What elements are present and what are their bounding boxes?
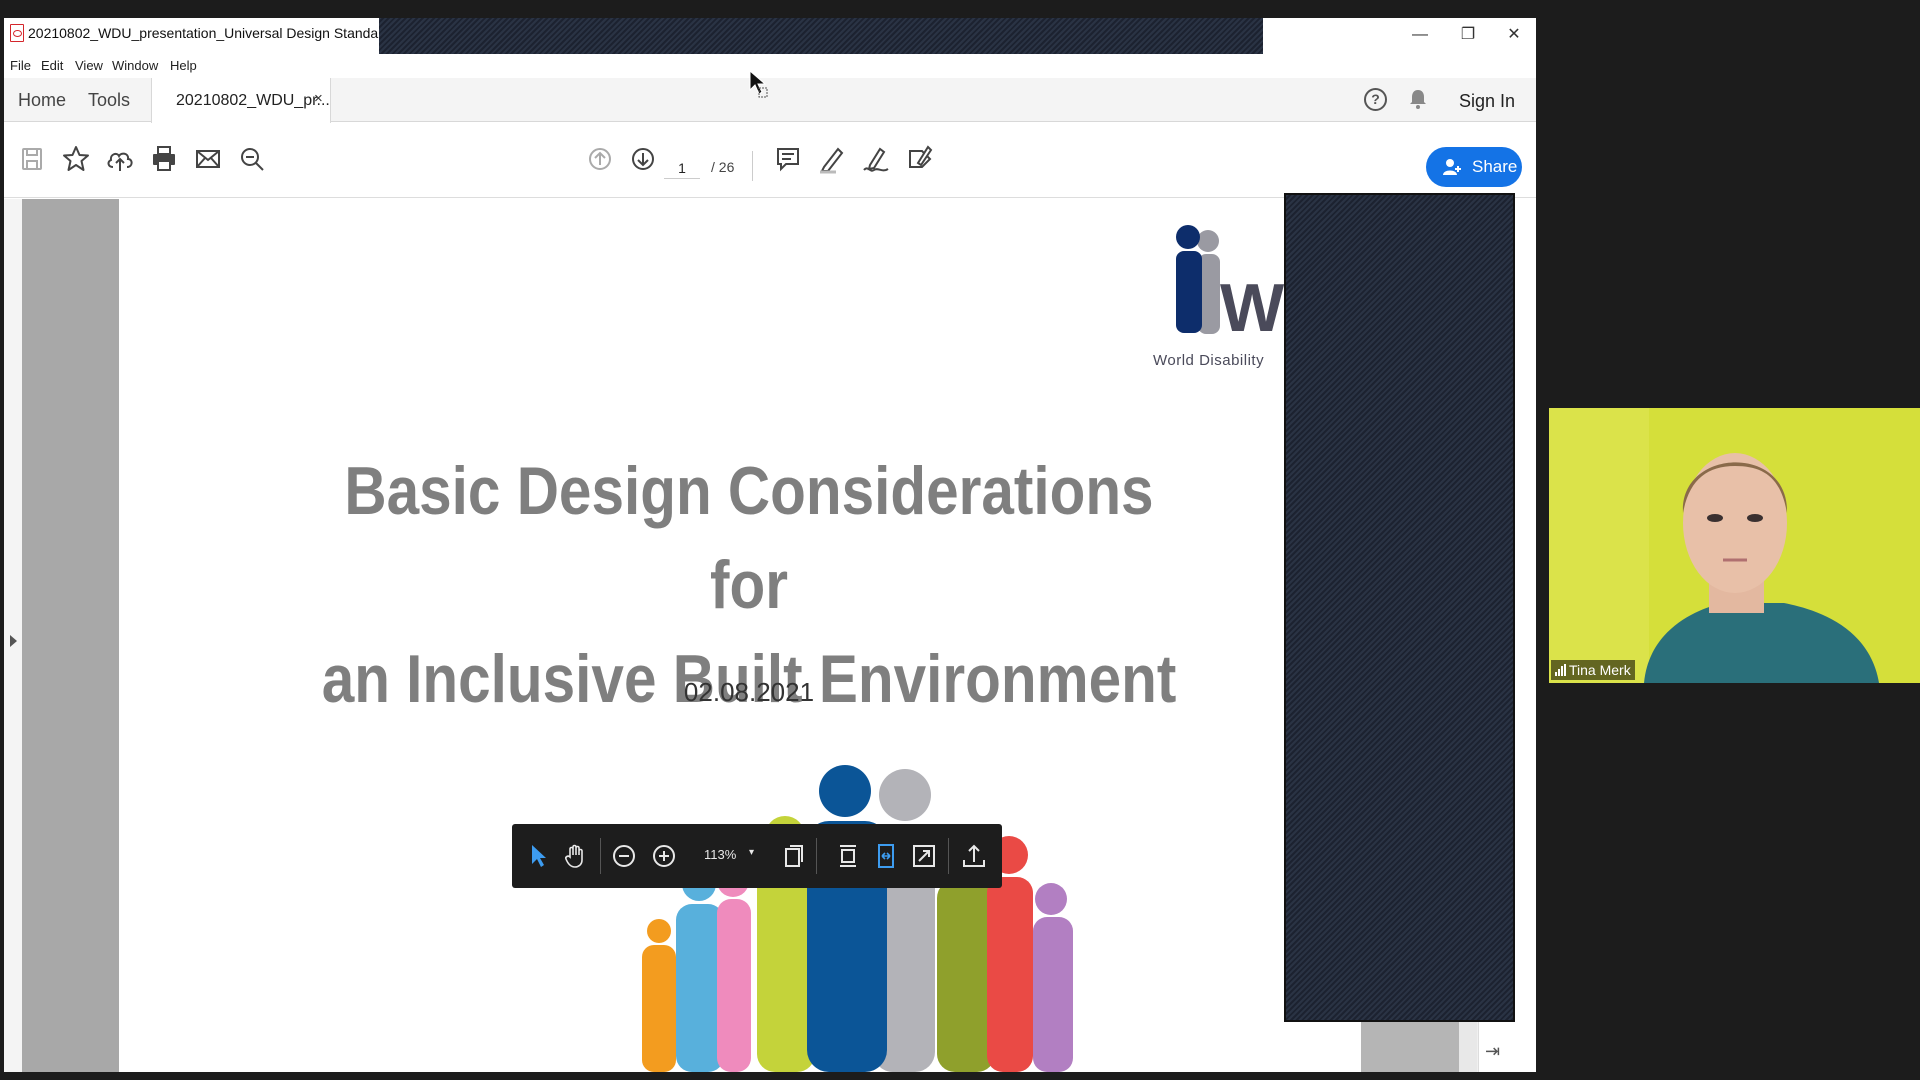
mail-icon[interactable] <box>192 143 224 175</box>
page-total: / 26 <box>711 159 735 175</box>
tab-document-label: 20210802_WDU_pr... <box>176 92 330 109</box>
tab-tools[interactable]: Tools <box>88 90 130 111</box>
fill-sign-icon[interactable] <box>904 143 936 175</box>
close-window-button[interactable]: ✕ <box>1494 22 1534 48</box>
scroll-mode-icon[interactable] <box>834 842 862 870</box>
help-icon[interactable]: ? <box>1364 88 1387 111</box>
logo-wordmark: World Disability <box>1153 352 1265 369</box>
save-icon[interactable] <box>16 143 48 175</box>
redacted-region <box>1284 193 1515 1022</box>
restore-button[interactable]: ❐ <box>1448 22 1488 48</box>
hand-icon[interactable] <box>562 842 590 870</box>
menu-bar: File Edit View Window Help <box>4 54 1536 78</box>
floatbar-divider <box>948 838 949 874</box>
floating-page-toolbar: 113% ▾ <box>512 824 1002 888</box>
fullscreen-icon[interactable] <box>910 842 938 870</box>
select-arrow-icon[interactable] <box>524 842 552 870</box>
export-icon[interactable] <box>960 842 988 870</box>
tab-bar: Home Tools 20210802_WDU_pr... × ? Sign I… <box>4 78 1536 123</box>
left-panel-rail <box>4 199 22 1072</box>
sign-icon[interactable] <box>860 143 892 175</box>
main-toolbar: / 26 Share <box>4 123 1536 198</box>
minimize-button[interactable]: — <box>1400 22 1440 48</box>
page-number-input[interactable] <box>664 157 700 179</box>
bell-icon[interactable] <box>1409 89 1427 109</box>
comment-icon[interactable] <box>772 143 804 175</box>
menu-edit[interactable]: Edit <box>41 58 63 73</box>
slide-date: 02.08.2021 <box>683 677 815 707</box>
tab-close-button[interactable]: × <box>314 90 323 107</box>
webcam-video <box>1549 408 1920 683</box>
search-icon[interactable] <box>236 143 268 175</box>
page-fit-icon[interactable] <box>780 842 808 870</box>
people-illustration <box>642 765 1073 1072</box>
zoom-dropdown-icon[interactable]: ▾ <box>749 847 754 858</box>
page-margin-left <box>22 199 119 1072</box>
window-title: 20210802_WDU_presentation_Universal Desi… <box>28 25 382 41</box>
upload-icon[interactable] <box>104 143 136 175</box>
participant-name: Tina Merk <box>1569 662 1631 678</box>
fit-width-icon[interactable] <box>872 842 900 870</box>
pdf-file-icon <box>10 24 24 42</box>
menu-window[interactable]: Window <box>112 58 158 73</box>
participant-name-label: Tina Merk <box>1551 660 1635 680</box>
tab-home[interactable]: Home <box>18 90 66 111</box>
zoom-level[interactable]: 113% <box>704 847 736 862</box>
star-icon[interactable] <box>60 143 92 175</box>
slide-title-line-1: Basic Design Considerations for <box>344 453 1154 623</box>
menu-view[interactable]: View <box>75 58 103 73</box>
toolbar-divider <box>752 151 753 181</box>
print-icon[interactable] <box>148 143 180 175</box>
expand-left-panel-icon[interactable] <box>10 635 17 647</box>
floatbar-divider <box>816 838 817 874</box>
share-label: Share <box>1472 157 1518 176</box>
share-button[interactable]: Share <box>1426 147 1522 187</box>
redacted-region <box>379 18 1263 54</box>
sign-in-link[interactable]: Sign In <box>1459 91 1515 112</box>
tab-document[interactable]: 20210802_WDU_pr... × <box>151 78 331 123</box>
add-person-icon <box>1443 159 1461 175</box>
zoom-out-icon[interactable] <box>610 842 638 870</box>
page-down-icon[interactable] <box>627 143 659 175</box>
highlight-icon[interactable] <box>816 143 848 175</box>
collapse-rail-icon[interactable]: ⇥ <box>1485 1041 1500 1062</box>
floatbar-divider <box>600 838 601 874</box>
mouse-cursor-icon <box>749 70 768 98</box>
title-bar: 20210802_WDU_presentation_Universal Desi… <box>4 18 1536 54</box>
pdf-page: WD World Disability Basic Design Conside… <box>119 199 1361 1072</box>
menu-help[interactable]: Help <box>170 58 197 73</box>
menu-file[interactable]: File <box>10 58 31 73</box>
page-up-icon[interactable] <box>584 143 616 175</box>
webcam-tile: Tina Merk <box>1549 408 1920 683</box>
signal-strength-icon <box>1555 664 1566 676</box>
zoom-in-icon[interactable] <box>650 842 678 870</box>
